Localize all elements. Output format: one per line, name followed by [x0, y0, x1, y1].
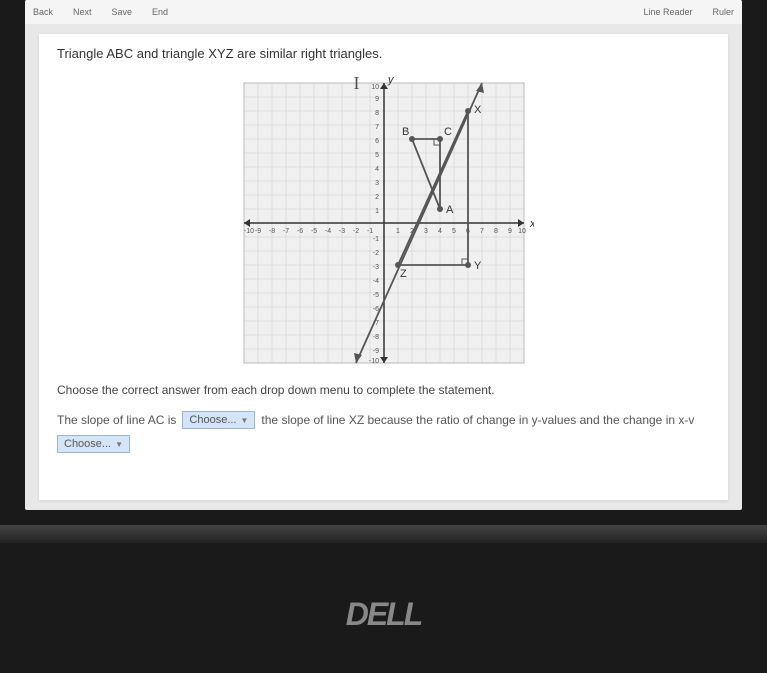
- back-button[interactable]: Back: [33, 7, 53, 17]
- dropdown-1[interactable]: Choose... ▼: [182, 411, 255, 429]
- tick-8y: 8: [375, 110, 379, 117]
- tick-3x: 3: [424, 228, 428, 235]
- tick-1x: 1: [396, 228, 400, 235]
- toolbar: Back Next Save End Line Reader Ruler: [25, 0, 742, 24]
- laptop-hinge: [0, 525, 767, 543]
- annotation-mark: I: [354, 73, 360, 94]
- laptop-frame: Back Next Save End Line Reader Ruler Tri…: [0, 0, 767, 673]
- point-c: [437, 136, 443, 142]
- label-x: X: [474, 104, 482, 116]
- save-button[interactable]: Save: [112, 7, 133, 17]
- end-button[interactable]: End: [152, 7, 168, 17]
- tick-4x: 4: [438, 228, 442, 235]
- tick-n9x: -9: [254, 228, 260, 235]
- tick-n1x: -1: [366, 228, 372, 235]
- tick-n4y: -4: [372, 278, 378, 285]
- tick-6y: 6: [375, 138, 379, 145]
- instruction-text: Choose the correct answer from each drop…: [57, 383, 710, 397]
- point-a: [437, 206, 443, 212]
- tick-n10x: -10: [243, 228, 253, 235]
- ruler-button[interactable]: Ruler: [712, 7, 734, 17]
- answer-part2: the slope of line XZ because the ratio o…: [261, 413, 694, 427]
- graph-svg: x y -10 -9 -8 -7 -6 -5 -4 -3 -2 -1: [234, 73, 534, 373]
- label-a: A: [446, 204, 454, 216]
- dropdown-2-label: Choose...: [64, 438, 111, 450]
- tick-7x: 7: [480, 228, 484, 235]
- tick-3y: 3: [375, 180, 379, 187]
- tick-n7x: -7: [282, 228, 288, 235]
- tick-n5x: -5: [310, 228, 316, 235]
- line-reader-button[interactable]: Line Reader: [643, 7, 692, 17]
- tick-n1y: -1: [372, 236, 378, 243]
- tick-5x: 5: [452, 228, 456, 235]
- point-b: [409, 136, 415, 142]
- tick-n3x: -3: [338, 228, 344, 235]
- tick-n8y: -8: [372, 334, 378, 341]
- chevron-down-icon: ▼: [115, 440, 123, 449]
- tick-n3y: -3: [372, 264, 378, 271]
- coordinate-graph: I: [234, 73, 534, 373]
- tick-10x: 10: [518, 228, 526, 235]
- graph-container: I: [57, 73, 710, 373]
- tick-n4x: -4: [324, 228, 330, 235]
- label-z: Z: [400, 268, 407, 280]
- answer-part1: The slope of line AC is: [57, 413, 176, 427]
- tick-n2y: -2: [372, 250, 378, 257]
- tick-2y: 2: [375, 194, 379, 201]
- tick-n10y: -10: [368, 358, 378, 365]
- tick-1y: 1: [375, 208, 379, 215]
- label-b: B: [402, 126, 409, 138]
- point-x: [465, 108, 471, 114]
- tick-5y: 5: [375, 152, 379, 159]
- x-label: x: [529, 218, 534, 230]
- next-button[interactable]: Next: [73, 7, 92, 17]
- chevron-down-icon: ▼: [241, 416, 249, 425]
- question-text: Triangle ABC and triangle XYZ are simila…: [57, 46, 710, 61]
- answer-line-2: Choose... ▼: [57, 435, 710, 453]
- tick-10y: 10: [371, 84, 379, 91]
- tick-9y: 9: [375, 96, 379, 103]
- label-c: C: [444, 126, 452, 138]
- toolbar-right: Line Reader Ruler: [643, 7, 734, 17]
- tick-4y: 4: [375, 166, 379, 173]
- tick-8x: 8: [494, 228, 498, 235]
- dropdown-2[interactable]: Choose... ▼: [57, 435, 130, 453]
- tick-n5y: -5: [372, 292, 378, 299]
- tick-7y: 7: [375, 124, 379, 131]
- dropdown-1-label: Choose...: [189, 414, 236, 426]
- tick-9x: 9: [508, 228, 512, 235]
- toolbar-left: Back Next Save End: [33, 7, 168, 17]
- screen: Back Next Save End Line Reader Ruler Tri…: [25, 0, 742, 510]
- tick-n2x: -2: [352, 228, 358, 235]
- point-y: [465, 262, 471, 268]
- label-y: Y: [474, 260, 482, 272]
- answer-line: The slope of line AC is Choose... ▼ the …: [57, 411, 710, 429]
- tick-n8x: -8: [268, 228, 274, 235]
- tick-n6x: -6: [296, 228, 302, 235]
- tick-n9y: -9: [372, 348, 378, 355]
- content-area: Triangle ABC and triangle XYZ are simila…: [39, 34, 728, 500]
- dell-logo: DELL: [346, 596, 422, 633]
